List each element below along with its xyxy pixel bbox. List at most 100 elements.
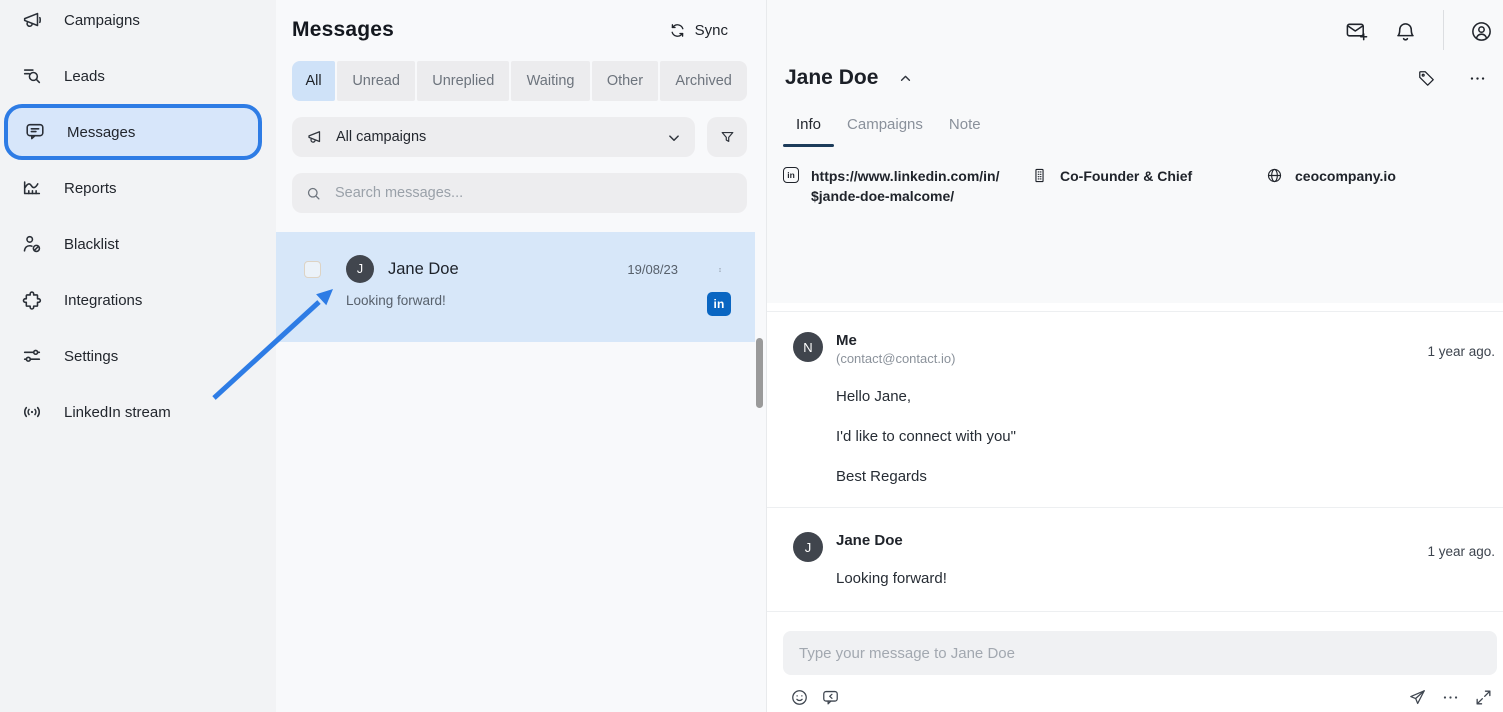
conversation-date: 19/08/23 [627,262,678,277]
kebab-menu-icon[interactable] [711,258,729,282]
conversation-name: Jane Doe [388,260,459,279]
sidebar: Campaigns Leads Messages Reports [0,0,276,712]
contact-title-row: Jane Doe [785,66,1487,90]
sidebar-item-label: Leads [64,68,105,85]
linkedin-outline-icon: in [783,167,799,183]
search-input[interactable] [333,184,734,202]
expand-icon[interactable] [1474,688,1493,707]
message-text: Looking forward! [836,570,1473,588]
sidebar-item-linkedin-stream[interactable]: LinkedIn stream [0,384,262,440]
chat-header: Jane Doe Info Campaigns Note in [767,0,1503,303]
sidebar-item-label: Campaigns [64,12,140,29]
megaphone-icon [21,9,43,31]
tab-unreplied[interactable]: Unreplied [417,61,509,101]
linkedin-badge-icon: in [707,292,731,316]
message-timestamp: 1 year ago. [1427,544,1495,559]
message-item: J Jane Doe Looking forward! 1 year ago. [767,508,1503,612]
tab-campaigns[interactable]: Campaigns [834,112,936,147]
advanced-filter-button[interactable] [707,117,747,157]
sidebar-item-label: Integrations [64,292,142,309]
building-icon [1031,167,1048,184]
conversation-checkbox[interactable] [304,261,321,278]
collapse-chevron-up-icon[interactable] [897,70,914,87]
composer-toolbar [783,688,1497,707]
message-composer [767,612,1503,707]
tab-unread[interactable]: Unread [337,61,415,101]
tab-waiting[interactable]: Waiting [511,61,589,101]
sidebar-item-label: LinkedIn stream [64,404,171,421]
message-sender: Me [836,332,1473,349]
sidebar-item-messages[interactable]: Messages [4,104,262,160]
sidebar-nav: Campaigns Leads Messages Reports [0,0,276,440]
search-box [292,173,747,213]
contact-info-row: in https://www.linkedin.com/in/$jande-do… [783,166,1487,206]
contact-role-text: Co-Founder & Chief [1060,166,1192,186]
emoji-icon[interactable] [790,688,809,707]
contact-tabs: Info Campaigns Note [783,112,1503,147]
top-toolbar [767,0,1503,48]
sidebar-item-blacklist[interactable]: Blacklist [0,216,262,272]
globe-icon [1266,167,1283,184]
more-options-icon[interactable] [1468,69,1487,88]
search-icon [305,185,322,202]
message-timestamp: 1 year ago. [1427,344,1495,359]
linkedin-url-link[interactable]: https://www.linkedin.com/in/$jande-doe-m… [811,166,1003,206]
contact-name-title: Jane Doe [785,66,878,90]
tab-archived[interactable]: Archived [660,61,747,101]
conversation-list-item[interactable]: J Jane Doe 19/08/23 Looking forward! in [276,232,755,342]
template-icon[interactable] [821,688,840,707]
sidebar-item-campaigns[interactable]: Campaigns [0,0,262,48]
avatar: J [793,532,823,562]
compose-mail-icon[interactable] [1345,20,1368,43]
toolbar-divider [1443,10,1444,50]
website-link[interactable]: ceocompany.io [1295,166,1396,186]
sync-button[interactable]: Sync [663,21,734,40]
sliders-icon [21,345,43,367]
avatar: N [793,332,823,362]
list-header: Messages Sync [292,18,734,42]
message-sender: Jane Doe [836,532,1473,549]
sidebar-item-label: Settings [64,348,118,365]
sync-icon [669,22,686,39]
scrollbar-thumb[interactable] [756,338,763,408]
sidebar-item-reports[interactable]: Reports [0,160,262,216]
sidebar-item-label: Blacklist [64,236,119,253]
message-input[interactable] [783,631,1497,675]
sidebar-item-settings[interactable]: Settings [0,328,262,384]
broadcast-icon [21,401,43,423]
tab-other[interactable]: Other [592,61,659,101]
account-icon[interactable] [1470,20,1493,43]
campaign-filter-row: All campaigns [292,117,747,157]
tab-info[interactable]: Info [783,112,834,147]
sidebar-item-label: Messages [67,124,135,141]
user-block-icon [21,233,43,255]
composer-more-icon[interactable] [1441,688,1460,707]
contact-website: ceocompany.io [1266,166,1396,206]
messages-list-panel: Messages Sync All Unread Unreplied Waiti… [276,0,766,712]
notifications-bell-icon[interactable] [1394,20,1417,43]
funnel-icon [719,129,736,146]
tab-all[interactable]: All [292,61,335,101]
chart-icon [21,177,43,199]
contact-role: Co-Founder & Chief [1031,166,1266,206]
page-title: Messages [292,18,394,42]
message-text: Hello Jane, I'd like to connect with you… [836,388,1473,486]
message-item: N Me (contact@contact.io) Hello Jane, I'… [767,312,1503,508]
chat-bubble-icon [24,121,46,143]
sidebar-item-leads[interactable]: Leads [0,48,262,104]
sidebar-item-integrations[interactable]: Integrations [0,272,262,328]
avatar: J [346,255,374,283]
send-icon[interactable] [1408,688,1427,707]
chevron-down-icon [665,129,681,145]
message-thread: N Me (contact@contact.io) Hello Jane, I'… [767,311,1503,612]
lead-search-icon [21,65,43,87]
sync-label: Sync [695,22,728,39]
sidebar-item-label: Reports [64,180,117,197]
tag-icon[interactable] [1417,69,1436,88]
campaign-select[interactable]: All campaigns [292,117,695,157]
contact-linkedin: in https://www.linkedin.com/in/$jande-do… [783,166,1031,206]
conversation-preview: Looking forward! [346,293,446,308]
tab-note[interactable]: Note [936,112,994,147]
app-window: Campaigns Leads Messages Reports [0,0,1503,712]
message-sender-email: (contact@contact.io) [836,351,1473,366]
